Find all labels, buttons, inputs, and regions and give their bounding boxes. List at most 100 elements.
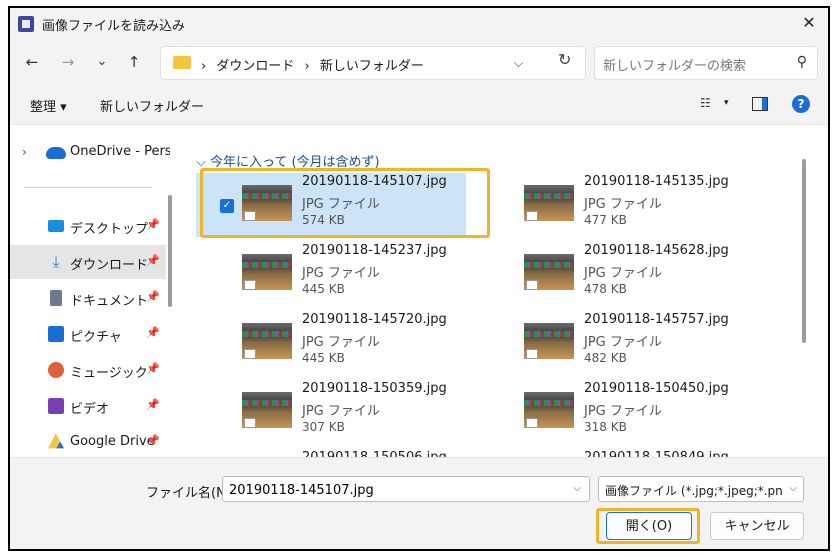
file-name: 20190118-145237.jpg xyxy=(302,243,447,258)
breadcrumb-new-folder[interactable]: 新しいフォルダー xyxy=(320,59,424,74)
download-icon: ⤓ xyxy=(52,252,60,271)
dialog-footer: ファイル名(N): ⌵ 画像ファイル (*.jpg;*.jpeg;*.png;*… xyxy=(10,457,828,549)
search-box[interactable]: 新しいフォルダーの検索 ⚲ xyxy=(594,46,818,80)
file-item[interactable]: 20190118-145720.jpg JPG ファイル 445 KB xyxy=(196,311,466,375)
sidebar-item-documents[interactable]: ドキュメント 📌 xyxy=(10,281,166,315)
file-badge-icon xyxy=(244,211,256,221)
file-size: 307 KB xyxy=(302,420,345,434)
file-type-select[interactable]: 画像ファイル (*.jpg;*.jpeg;*.png;*. ⌵ xyxy=(598,476,804,502)
new-folder-button[interactable]: 新しいフォルダー xyxy=(100,96,204,115)
google-drive-icon xyxy=(48,434,64,449)
back-button[interactable]: ← xyxy=(22,52,42,72)
up-button[interactable]: ↑ xyxy=(124,52,144,72)
file-badge-icon xyxy=(526,418,538,428)
pin-icon[interactable]: 📌 xyxy=(146,434,160,447)
filename-input[interactable] xyxy=(227,480,561,500)
filename-field[interactable]: ⌵ xyxy=(222,476,590,502)
file-badge-icon xyxy=(526,280,538,290)
file-item[interactable]: 20190118-145135.jpg JPG ファイル 477 KB xyxy=(478,173,748,237)
file-item[interactable]: 20190118-145237.jpg JPG ファイル 445 KB xyxy=(196,242,466,306)
sidebar-item-onedrive[interactable]: OneDrive - Perso xyxy=(70,144,170,159)
file-size: 478 KB xyxy=(584,282,627,296)
file-item[interactable]: ✓ 20190118-145107.jpg JPG ファイル 574 KB xyxy=(196,173,466,237)
file-type: JPG ファイル xyxy=(584,197,662,212)
file-type: JPG ファイル xyxy=(302,197,380,212)
preview-pane-icon[interactable] xyxy=(752,97,768,111)
desktop-icon xyxy=(48,220,64,232)
navigation-pane: › OneDrive - Perso デスクトップ 📌 ⤓ ダウンロード 📌 ド… xyxy=(10,125,180,457)
file-item[interactable]: 20190118-145757.jpg JPG ファイル 482 KB xyxy=(478,311,748,375)
sidebar-divider xyxy=(24,187,152,188)
sidebar-item-pictures[interactable]: ピクチャ 📌 xyxy=(10,317,166,351)
pin-icon[interactable]: 📌 xyxy=(146,218,160,231)
file-badge-icon xyxy=(244,349,256,359)
file-size: 445 KB xyxy=(302,351,345,365)
breadcrumb-downloads[interactable]: ダウンロード xyxy=(216,59,294,74)
file-size: 574 KB xyxy=(302,213,345,227)
sidebar-item-desktop[interactable]: デスクトップ 📌 xyxy=(10,209,166,243)
folder-icon xyxy=(173,56,191,69)
file-size: 318 KB xyxy=(584,420,627,434)
file-item[interactable]: 20190118-150359.jpg JPG ファイル 307 KB xyxy=(196,380,466,444)
expand-chevron-icon[interactable]: › xyxy=(22,145,27,159)
file-item[interactable]: 20190118-145628.jpg JPG ファイル 478 KB xyxy=(478,242,748,306)
file-list: ⌵ 今年に入って (今月は含めず) ✓ 20190118-145107.jpg … xyxy=(182,125,812,497)
view-options-icon[interactable]: ☷ xyxy=(700,96,711,110)
file-list-scrollbar[interactable] xyxy=(802,159,806,343)
file-badge-icon xyxy=(526,349,538,359)
onedrive-icon xyxy=(46,147,66,159)
sidebar-scrollbar[interactable] xyxy=(168,195,172,307)
chevron-down-icon[interactable]: ⌵ xyxy=(789,483,797,494)
sidebar-item-music[interactable]: ミュージック 📌 xyxy=(10,353,166,387)
search-input[interactable]: 新しいフォルダーの検索 xyxy=(603,55,746,74)
app-icon xyxy=(18,16,34,32)
pin-icon[interactable]: 📌 xyxy=(146,254,160,267)
file-type: JPG ファイル xyxy=(584,335,662,350)
forward-button[interactable]: → xyxy=(58,52,78,72)
file-badge-icon xyxy=(244,418,256,428)
breadcrumb-separator-icon: › xyxy=(304,59,310,74)
file-name: 20190118-145720.jpg xyxy=(302,312,447,327)
file-type-value: 画像ファイル (*.jpg;*.jpeg;*.png;*. xyxy=(605,484,783,498)
file-type: JPG ファイル xyxy=(584,404,662,419)
breadcrumb: › ダウンロード › 新しいフォルダー xyxy=(201,55,430,74)
videos-icon xyxy=(48,398,64,414)
sidebar-item-downloads[interactable]: ⤓ ダウンロード 📌 xyxy=(10,245,166,279)
organize-button[interactable]: 整理 ▾ xyxy=(30,96,67,115)
sidebar-item-google-drive[interactable]: Google Drive 📌 xyxy=(10,425,166,459)
address-dropdown-icon[interactable]: ⌵ xyxy=(514,56,523,71)
file-type: JPG ファイル xyxy=(302,404,380,419)
file-size: 477 KB xyxy=(584,213,627,227)
pin-icon[interactable]: 📌 xyxy=(146,362,160,375)
file-type: JPG ファイル xyxy=(584,266,662,281)
navigation-bar: ← → ⌄ ↑ › ダウンロード › 新しいフォルダー ⌵ ↻ 新しいフォルダー… xyxy=(10,38,828,86)
file-item[interactable]: 20190118-150450.jpg JPG ファイル 318 KB xyxy=(478,380,748,444)
file-type: JPG ファイル xyxy=(302,266,380,281)
file-name: 20190118-145135.jpg xyxy=(584,174,729,189)
pin-icon[interactable]: 📌 xyxy=(146,326,160,339)
file-badge-icon xyxy=(526,211,538,221)
file-size: 445 KB xyxy=(302,282,345,296)
help-icon[interactable]: ? xyxy=(792,95,810,113)
open-button[interactable]: 開く(O) xyxy=(606,512,692,540)
file-name: 20190118-145757.jpg xyxy=(584,312,729,327)
sidebar-item-videos[interactable]: ビデオ 📌 xyxy=(10,389,166,423)
chevron-down-icon[interactable]: ⌵ xyxy=(573,483,581,494)
close-button[interactable]: ✕ xyxy=(796,10,822,36)
search-icon[interactable]: ⚲ xyxy=(797,54,807,70)
group-header[interactable]: ⌵ 今年に入って (今月は含めず) xyxy=(196,151,380,170)
music-icon xyxy=(48,362,64,378)
file-name: 20190118-145628.jpg xyxy=(584,243,729,258)
recent-locations-button[interactable]: ⌄ xyxy=(92,52,112,72)
command-bar: 整理 ▾ 新しいフォルダー ☷ ▾ ? xyxy=(10,86,828,125)
file-name: 20190118-150450.jpg xyxy=(584,381,729,396)
dialog-title: 画像ファイルを読み込み xyxy=(42,19,186,34)
refresh-icon[interactable]: ↻ xyxy=(558,50,571,69)
pin-icon[interactable]: 📌 xyxy=(146,290,160,303)
cancel-button[interactable]: キャンセル xyxy=(710,512,804,540)
breadcrumb-separator-icon: › xyxy=(201,59,207,74)
pin-icon[interactable]: 📌 xyxy=(146,398,160,411)
view-dropdown-icon[interactable]: ▾ xyxy=(724,98,729,108)
file-size: 482 KB xyxy=(584,351,627,365)
checkbox-checked-icon[interactable]: ✓ xyxy=(220,199,234,213)
